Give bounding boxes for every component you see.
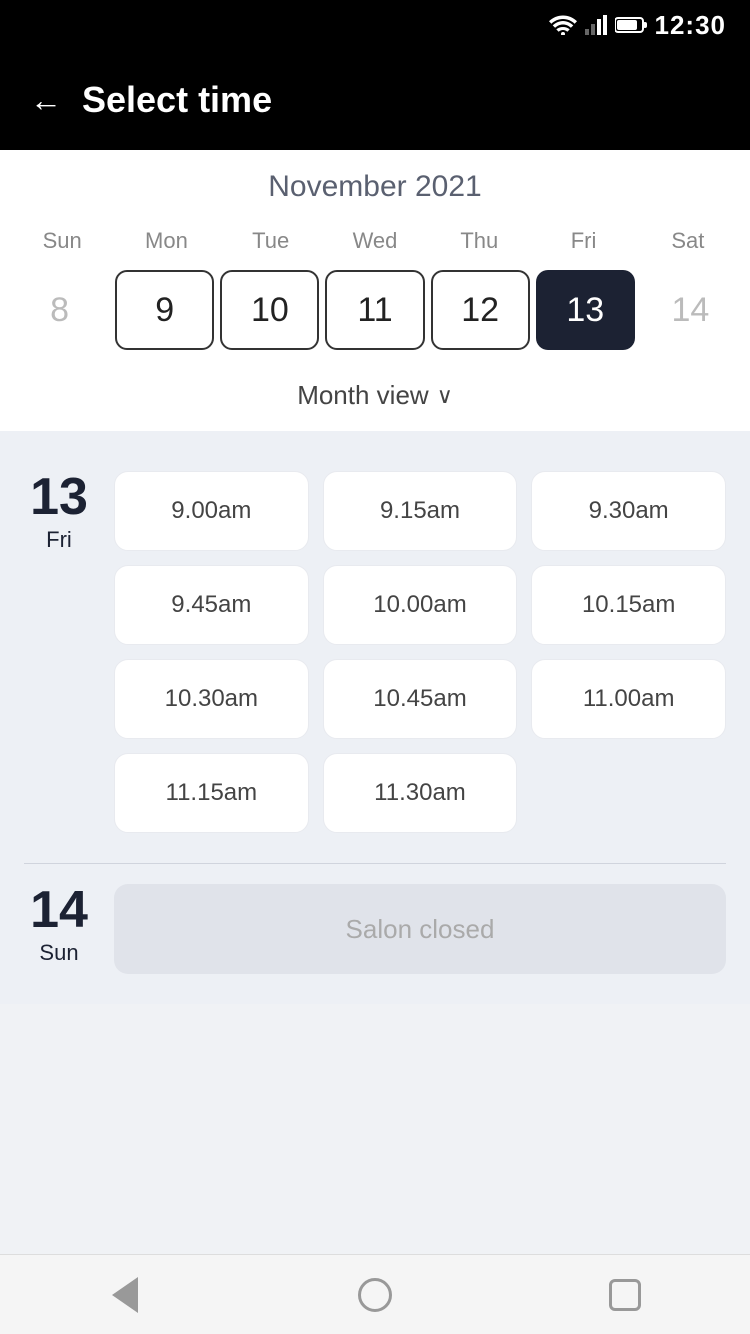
date-14[interactable]: 14 (641, 270, 740, 350)
weekday-fri: Fri (531, 220, 635, 262)
day-14-name: Sun (39, 940, 78, 966)
recents-square-icon (609, 1279, 641, 1311)
back-button[interactable]: ← (30, 84, 62, 116)
day-13-name: Fri (46, 527, 72, 553)
date-12[interactable]: 12 (431, 270, 530, 350)
slot-1130am[interactable]: 11.30am (323, 753, 518, 833)
weekday-sun: Sun (10, 220, 114, 262)
date-13[interactable]: 13 (536, 270, 635, 350)
date-8[interactable]: 8 (10, 270, 109, 350)
slot-930am[interactable]: 9.30am (531, 471, 726, 551)
calendar-section: November 2021 Sun Mon Tue Wed Thu Fri Sa… (0, 150, 750, 431)
date-10[interactable]: 10 (220, 270, 319, 350)
day-14-number: 14 (30, 884, 88, 936)
header: ← Select time (0, 50, 750, 150)
slot-1030am[interactable]: 10.30am (114, 659, 309, 739)
nav-recents-button[interactable] (595, 1265, 655, 1325)
slot-1100am[interactable]: 11.00am (531, 659, 726, 739)
bottom-nav (0, 1254, 750, 1334)
battery-icon (615, 16, 647, 34)
day-13-number: 13 (30, 471, 88, 523)
nav-back-button[interactable] (95, 1265, 155, 1325)
day-14-label: 14 Sun (24, 884, 94, 974)
weekday-tue: Tue (219, 220, 323, 262)
day-14-section: 14 Sun Salon closed (24, 863, 726, 1004)
day-13-slots-grid: 9.00am 9.15am 9.30am 9.45am 10.00am 10.1… (114, 471, 726, 833)
wifi-icon (549, 15, 577, 35)
slot-1045am[interactable]: 10.45am (323, 659, 518, 739)
signal-icon (585, 15, 607, 35)
date-9[interactable]: 9 (115, 270, 214, 350)
weekday-thu: Thu (427, 220, 531, 262)
status-bar: 12:30 (0, 0, 750, 50)
slot-915am[interactable]: 9.15am (323, 471, 518, 551)
weekday-wed: Wed (323, 220, 427, 262)
month-view-toggle[interactable]: Month view ∨ (0, 366, 750, 431)
salon-closed-label: Salon closed (114, 884, 726, 974)
status-icons: 12:30 (549, 10, 727, 41)
chevron-down-icon: ∨ (437, 383, 453, 409)
slot-1115am[interactable]: 11.15am (114, 753, 309, 833)
slot-1015am[interactable]: 10.15am (531, 565, 726, 645)
page-title: Select time (82, 79, 272, 121)
dates-row: 8 9 10 11 12 13 14 (0, 262, 750, 366)
date-11[interactable]: 11 (325, 270, 424, 350)
weekday-row: Sun Mon Tue Wed Thu Fri Sat (0, 220, 750, 262)
nav-home-button[interactable] (345, 1265, 405, 1325)
slot-945am[interactable]: 9.45am (114, 565, 309, 645)
month-label: November 2021 (0, 170, 750, 204)
slot-1000am[interactable]: 10.00am (323, 565, 518, 645)
slots-section: 13 Fri 9.00am 9.15am 9.30am 9.45am 10.00… (0, 431, 750, 1004)
day-13-section: 13 Fri 9.00am 9.15am 9.30am 9.45am 10.00… (24, 451, 726, 853)
home-circle-icon (358, 1278, 392, 1312)
weekday-mon: Mon (114, 220, 218, 262)
status-time: 12:30 (655, 10, 727, 41)
day-13-label: 13 Fri (24, 471, 94, 833)
weekday-sat: Sat (636, 220, 740, 262)
back-triangle-icon (112, 1277, 138, 1313)
month-view-label: Month view (297, 380, 429, 411)
slot-900am[interactable]: 9.00am (114, 471, 309, 551)
